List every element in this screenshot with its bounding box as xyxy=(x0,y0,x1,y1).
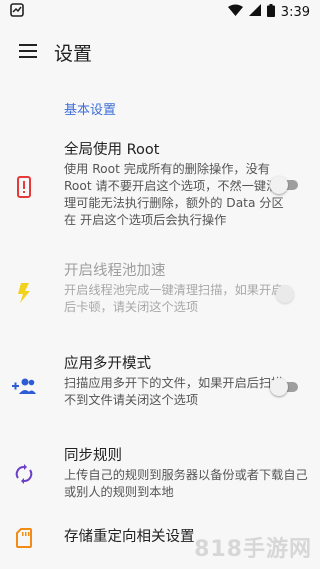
cellular-signal-icon xyxy=(248,4,261,20)
multi-app-toggle[interactable] xyxy=(270,378,300,396)
wifi-icon xyxy=(227,4,243,20)
setting-thread-pool[interactable]: 开启线程池加速 开启线程池完成一键清理扫描，如果开启后卡顿，请关闭这个选项 xyxy=(0,261,320,325)
app-bar: 设置 xyxy=(0,24,320,80)
setting-title: 应用多开模式 xyxy=(64,356,151,372)
setting-title: 同步规则 xyxy=(64,448,122,464)
setting-summary: 上传自己的规则到服务器以备份或者下载自己或别人的规则到本地 xyxy=(64,468,308,499)
battery-icon xyxy=(266,3,275,21)
status-bar: 3:39 xyxy=(0,0,320,24)
notification-icon xyxy=(10,3,24,21)
toggle-thumb xyxy=(270,176,288,194)
toggle-thumb xyxy=(270,378,288,396)
sd-card-icon xyxy=(12,526,36,550)
toggle-thumb xyxy=(276,285,294,303)
page-title: 设置 xyxy=(54,42,93,65)
setting-summary: 使用 Root 完成所有的删除操作，没有 Root 请不要开启这个选项，不然一键… xyxy=(64,162,284,227)
section-header: 基本设置 xyxy=(64,103,117,118)
status-time: 3:39 xyxy=(280,4,310,20)
setting-summary: 开启线程池完成一键清理扫描，如果开启后卡顿，请关闭这个选项 xyxy=(64,283,284,314)
sync-icon xyxy=(12,462,36,486)
setting-title: 开启线程池加速 xyxy=(64,263,166,279)
setting-title: 全局使用 Root xyxy=(64,142,160,158)
setting-multi-app[interactable]: 应用多开模式 扫描应用多开下的文件，如果开启后扫描不到文件请关闭这个选项 xyxy=(0,354,320,418)
menu-button[interactable] xyxy=(0,24,56,80)
thread-pool-toggle[interactable] xyxy=(270,285,300,303)
flash-icon xyxy=(12,281,36,305)
menu-icon xyxy=(19,43,37,62)
phone-alert-icon xyxy=(12,175,36,199)
setting-global-root[interactable]: 全局使用 Root 使用 Root 完成所有的删除操作，没有 Root 请不要开… xyxy=(0,140,320,236)
watermark: 818手游网 xyxy=(194,537,312,562)
add-user-group-icon xyxy=(12,374,36,398)
setting-sync-rules[interactable]: 同步规则 上传自己的规则到服务器以备份或者下载自己或别人的规则到本地 xyxy=(0,446,320,502)
setting-summary: 扫描应用多开下的文件，如果开启后扫描不到文件请关闭这个选项 xyxy=(64,376,284,407)
root-toggle[interactable] xyxy=(270,176,300,194)
